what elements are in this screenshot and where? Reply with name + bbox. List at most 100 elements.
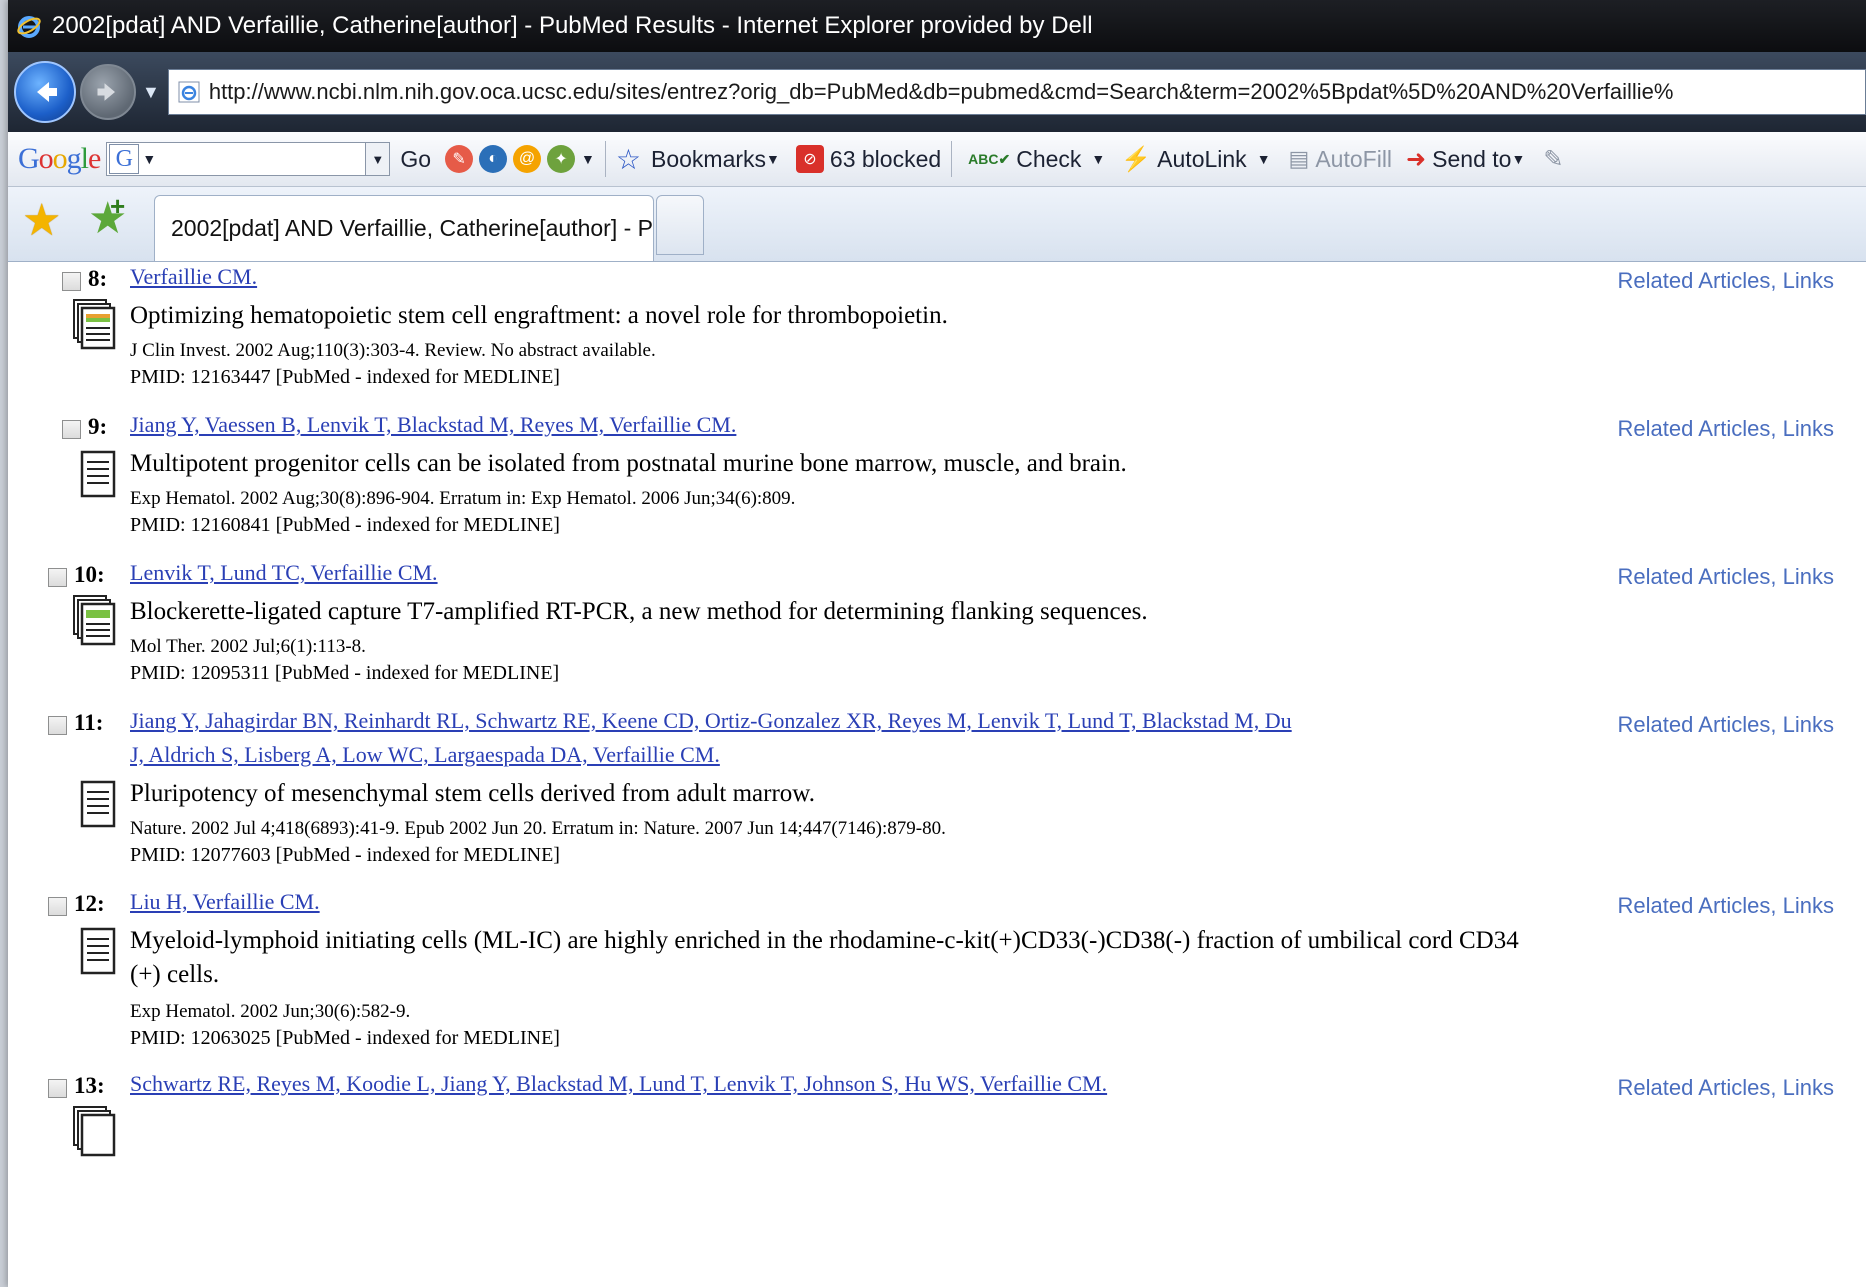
multi-doc-icon [73,1106,116,1157]
article-citation: Exp Hematol. 2002 Jun;30(6):582-9. [130,1001,411,1022]
doc-icon [80,927,116,975]
links-link[interactable]: Links [1783,564,1834,589]
chevron-down-icon: ▼ [1091,151,1106,167]
tab-pubmed-results[interactable]: 2002[pdat] AND Verfaillie, Catherine[aut… [154,195,654,261]
chevron-down-icon[interactable]: ▼ [142,151,156,167]
result-checkbox[interactable] [48,716,67,735]
related-links: Related Articles, Links [1617,268,1834,293]
add-favorite-icon[interactable]: ★ + [88,193,127,241]
doc-icon [80,780,116,828]
article-pmid: PMID: 12077603 [PubMed - indexed for MED… [130,844,560,866]
new-tab-button[interactable] [656,195,704,255]
result-number: 11: [74,710,104,735]
autofill-button[interactable]: ▤ AutoFill [1289,146,1393,173]
chevron-down-icon: ▼ [1511,151,1526,167]
tab-bar: ★ ★ + 2002[pdat] AND Verfaillie, Catherin… [8,187,1866,262]
chevron-down-icon: ▼ [1256,151,1271,167]
article-title: Optimizing hematopoietic stem cell engra… [130,302,948,329]
window-title: 2002[pdat] AND Verfaillie, Catherine[aut… [52,12,1093,39]
google-g-icon: G [109,144,140,174]
article-citation: Exp Hematol. 2002 Aug;30(8):896-904. Err… [130,488,796,509]
autolink-button[interactable]: ⚡ AutoLink ▼ [1121,145,1270,174]
popup-blocked-icon: ⊘ [795,145,824,173]
result-checkbox[interactable] [48,568,67,587]
article-citation: J Clin Invest. 2002 Aug;110(3):303-4. Re… [130,340,656,361]
sendto-button[interactable]: ➜ Send to ▼ [1406,145,1525,174]
address-input[interactable]: http://www.ncbi.nlm.nih.gov.oca.ucsc.edu… [167,69,1866,115]
article-pmid: PMID: 12095311 [PubMed - indexed for MED… [130,662,560,684]
related-articles-link[interactable]: Related Articles [1618,268,1771,293]
toolbar-extra-icons[interactable]: ✎ ◐ @ ✦ ▼ [445,145,595,173]
related-articles-link[interactable]: Related Articles [1618,564,1771,589]
multi-doc-icon [73,595,116,646]
ie-logo-icon [17,16,41,38]
star-outline-icon: ☆ [615,143,641,175]
blocked-label: 63 blocked [829,145,942,172]
article-title: Pluripotency of mesenchymal stem cells d… [130,780,815,807]
result-number: 10: [74,562,105,587]
go-button[interactable]: Go [400,146,431,173]
result-checkbox[interactable] [48,1079,67,1098]
google-logo[interactable]: Google [18,142,101,176]
sendto-label: Send to [1432,145,1512,172]
back-button[interactable] [14,61,76,123]
ie-page-icon [178,81,200,103]
article-title: Myeloid-lymphoid initiating cells (ML-IC… [130,927,1519,954]
wand-icon: ⚡ [1121,145,1152,173]
tab-label: 2002[pdat] AND Verfaillie, Catherine[aut… [171,215,654,241]
authors-link-continued[interactable]: J, Aldrich S, Lisberg A, Low WC, Largaes… [130,738,720,772]
go-label: Go [400,145,432,172]
authors-link[interactable]: Verfaillie CM. [130,260,257,294]
links-link[interactable]: Links [1783,893,1834,918]
links-link[interactable]: Links [1783,712,1834,737]
authors-link[interactable]: Liu H, Verfaillie CM. [130,885,320,919]
authors-link[interactable]: Lenvik T, Lund TC, Verfaillie CM. [130,556,438,590]
results-content: 8: Verfaillie CM. Related Articles, Link… [8,262,1866,1287]
article-pmid: PMID: 12163447 [PubMed - indexed for MED… [130,366,560,388]
links-link[interactable]: Links [1783,268,1834,293]
related-links: Related Articles, Links [1617,1075,1834,1100]
spellcheck-button[interactable]: ABC✔ Check ▼ [968,146,1105,173]
google-search-input[interactable]: G ▼ [106,142,367,176]
forward-button[interactable] [80,64,136,120]
chevron-down-icon[interactable]: ▼ [581,151,595,167]
article-pmid: PMID: 12063025 [PubMed - indexed for MED… [130,1027,560,1049]
result-number: 9: [88,414,108,439]
spiral-icon: @ [513,145,542,173]
related-links: Related Articles, Links [1617,564,1834,589]
spellcheck-icon: ABC✔ [968,150,1011,167]
back-arrow-icon [37,82,57,102]
favorites-star-icon[interactable]: ★ [22,199,61,243]
authors-link[interactable]: Jiang Y, Jahagirdar BN, Reinhardt RL, Sc… [130,704,1292,738]
bookmarks-label: Bookmarks [651,145,767,172]
links-link[interactable]: Links [1783,1075,1834,1100]
related-articles-link[interactable]: Related Articles [1618,416,1771,441]
recent-pages-dropdown[interactable]: ▼ [142,82,160,103]
related-articles-link[interactable]: Related Articles [1618,1075,1771,1100]
article-citation: Mol Ther. 2002 Jul;6(1):113-8. [130,636,366,657]
related-links: Related Articles, Links [1617,893,1834,918]
article-title: Blockerette-ligated capture T7-amplified… [130,598,1148,625]
authors-link[interactable]: Schwartz RE, Reyes M, Koodie L, Jiang Y,… [130,1067,1107,1101]
form-icon: ▤ [1288,146,1310,171]
toolbar-separator [951,141,953,177]
authors-link[interactable]: Jiang Y, Vaessen B, Lenvik T, Blackstad … [130,408,736,442]
article-citation: Nature. 2002 Jul 4;418(6893):41-9. Epub … [130,818,946,839]
result-checkbox[interactable] [48,897,67,916]
links-link[interactable]: Links [1783,416,1834,441]
popup-blocker-button[interactable]: ⊘ 63 blocked [795,145,942,173]
forward-arrow-icon [97,83,115,101]
doc-icon [80,450,116,498]
highlighter-icon[interactable]: ✎ [1543,145,1563,174]
result-checkbox[interactable] [62,272,81,291]
related-articles-link[interactable]: Related Articles [1618,712,1771,737]
article-title: Multipotent progenitor cells can be isol… [130,450,1127,477]
puzzle-icon: ✦ [547,145,576,173]
autolink-label: AutoLink [1157,145,1247,172]
bookmarks-button[interactable]: ☆ Bookmarks ▼ [616,143,780,176]
globe-icon: ◐ [479,145,508,173]
related-articles-link[interactable]: Related Articles [1618,893,1771,918]
google-search-dropdown[interactable]: ▼ [366,142,391,176]
related-links: Related Articles, Links [1617,712,1834,737]
result-checkbox[interactable] [62,420,81,439]
